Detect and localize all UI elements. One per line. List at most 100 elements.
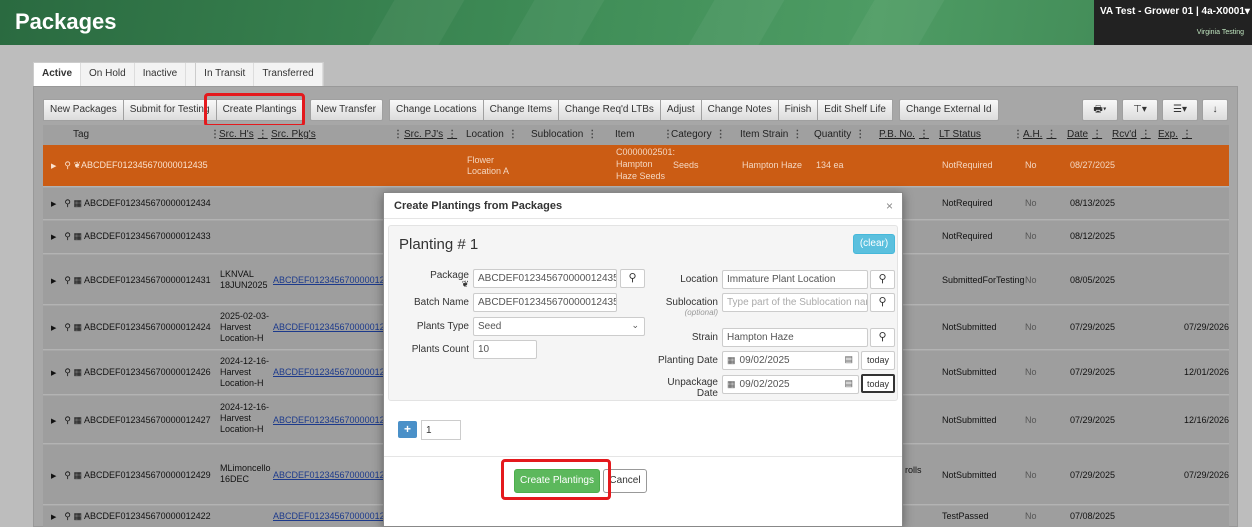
col-location[interactable]: Location ⋮ [466, 129, 518, 140]
col-menu-lt[interactable]: ⋮ [1009, 129, 1023, 140]
planting-date-today-button[interactable]: today [861, 351, 895, 370]
col-src-hs[interactable]: Src. H's ⋮ [219, 129, 268, 140]
row-src-pkg-link[interactable]: ABCDEF0123456700000124 [273, 275, 390, 286]
new-packages-button[interactable]: New Packages [43, 99, 123, 121]
row-src-h-2: 18JUN2025 [220, 280, 268, 290]
row-location-2: Location A [467, 166, 510, 176]
search-icon[interactable]: ⚲ [64, 415, 71, 425]
row-ah: No [1025, 470, 1037, 480]
col-quantity[interactable]: Quantity ⋮ [814, 129, 865, 140]
search-icon[interactable]: ⚲ [64, 160, 71, 170]
col-src-pjs[interactable]: Src. PJ's ⋮ [404, 129, 457, 140]
planting-date-input[interactable]: ▦ 09/02/2025 ▤ [722, 351, 859, 370]
add-planting-button[interactable]: + [398, 421, 417, 438]
tab-on-hold[interactable]: On Hold [81, 63, 135, 86]
expand-caret-icon[interactable]: ▶ [51, 473, 56, 480]
search-icon[interactable]: ⚲ [64, 198, 71, 208]
change-external-id-button[interactable]: Change External Id [899, 99, 999, 121]
search-icon: ⚲ [878, 273, 887, 285]
expand-caret-icon[interactable]: ▶ [51, 370, 56, 377]
change-notes-button[interactable]: Change Notes [700, 99, 778, 121]
tab-active[interactable]: Active [34, 63, 82, 86]
finish-button[interactable]: Finish [777, 99, 818, 121]
account-menu[interactable]: VA Test - Grower 01 | 4a-X0001▾ Virginia… [1094, 0, 1252, 45]
change-items-button[interactable]: Change Items [482, 99, 558, 121]
filter-button[interactable]: ⊤▾ [1122, 99, 1158, 121]
tab-transferred[interactable]: Transferred [254, 63, 323, 86]
tab-inactive[interactable]: Inactive [135, 63, 187, 86]
search-icon[interactable]: ⚲ [64, 470, 71, 480]
search-icon[interactable]: ⚲ [64, 511, 71, 521]
tab-in-transit[interactable]: In Transit [196, 63, 255, 86]
sublocation-search-button[interactable]: ⚲ [870, 293, 895, 312]
col-src-pkgs[interactable]: Src. Pkg's [271, 129, 316, 140]
barcode-icon: ▦ [73, 275, 83, 285]
row-src-h: 2024-12-16- [220, 356, 270, 366]
row-src-pkg-link[interactable]: ABCDEF0123456700000124 [273, 415, 390, 426]
expand-caret-icon[interactable]: ▶ [51, 201, 56, 208]
row-src-pkg-link[interactable]: ABCDEF0123456700000124 [273, 367, 390, 378]
row-exp: 07/29/2026 [1184, 470, 1230, 480]
col-menu-pkgs[interactable]: ⋮ [389, 129, 403, 140]
row-lt-status: NotSubmitted [942, 367, 997, 377]
planting-date-label: Planting Date [657, 355, 718, 366]
expand-caret-icon[interactable]: ▶ [51, 278, 56, 285]
new-transfer-button[interactable]: New Transfer [309, 99, 383, 121]
add-planting-count-input[interactable]: 1 [421, 420, 461, 440]
columns-button[interactable]: ☰▾ [1162, 99, 1198, 121]
expand-caret-icon[interactable]: ▶ [51, 514, 56, 521]
adjust-button[interactable]: Adjust [659, 99, 701, 121]
strain-search-button[interactable]: ⚲ [870, 328, 895, 347]
sublocation-input[interactable]: Type part of the Sublocation nam [722, 293, 868, 312]
search-icon[interactable]: ⚲ [64, 322, 71, 332]
row-src-pkg-link[interactable]: ABCDEF0123456700000124 [273, 322, 390, 333]
create-plantings-dialog: Create Plantings from Packages × Plantin… [383, 192, 903, 527]
download-button[interactable]: ↓ [1202, 99, 1228, 121]
package-input[interactable]: ABCDEF012345670000012435 [473, 269, 617, 288]
chevron-down-icon: ⌄ [631, 320, 639, 330]
col-sublocation[interactable]: Sublocation ⋮ [531, 129, 597, 140]
planting-heading: Planting # 1 [399, 236, 479, 253]
change-reqd-ltbs-button[interactable]: Change Req'd LTBs [557, 99, 660, 121]
col-rcvd[interactable]: Rcv'd ⋮ [1112, 129, 1151, 140]
plants-type-select[interactable]: Seed ⌄ [473, 317, 645, 336]
edit-shelf-life-button[interactable]: Edit Shelf Life [817, 99, 893, 121]
expand-caret-icon[interactable]: ▶ [51, 163, 56, 170]
row-src-pkg-link[interactable]: ABCDEF0123456700000124 [273, 470, 390, 481]
expand-caret-icon[interactable]: ▶ [51, 418, 56, 425]
location-search-button[interactable]: ⚲ [870, 270, 895, 289]
close-icon[interactable]: × [886, 199, 893, 213]
location-input[interactable]: Immature Plant Location [722, 270, 868, 289]
calendar-picker-icon[interactable]: ▤ [844, 354, 853, 365]
search-icon[interactable]: ⚲ [64, 231, 71, 241]
strain-input[interactable]: Hampton Haze [722, 328, 868, 347]
change-locations-button[interactable]: Change Locations [388, 99, 483, 121]
col-item-strain[interactable]: Item Strain ⋮ [740, 129, 802, 140]
col-lt-status[interactable]: LT Status [939, 129, 981, 140]
app-header: Packages VA Test - Grower 01 | 4a-X0001▾… [0, 0, 1252, 45]
search-icon[interactable]: ⚲ [64, 275, 71, 285]
expand-caret-icon[interactable]: ▶ [51, 234, 56, 241]
clear-button[interactable]: (clear) [853, 234, 895, 254]
chevron-down-icon: ▾ [1244, 6, 1250, 17]
col-exp[interactable]: Exp. ⋮ [1158, 129, 1192, 140]
col-pb-no[interactable]: P.B. No. ⋮ [879, 129, 929, 140]
col-menu-tag[interactable]: ⋮ [206, 129, 220, 140]
col-ah[interactable]: A.H. ⋮ [1023, 129, 1056, 140]
search-icon: ⚲ [628, 272, 637, 284]
col-tag[interactable]: Tag [73, 129, 89, 140]
plants-count-input[interactable]: 10 [473, 340, 537, 359]
batch-name-input[interactable]: ABCDEF012345670000012435 [473, 293, 617, 312]
submit-for-testing-button[interactable]: Submit for Testing [122, 99, 216, 121]
calendar-picker-icon[interactable]: ▤ [844, 378, 853, 389]
col-item[interactable]: Item [615, 129, 634, 140]
expand-caret-icon[interactable]: ▶ [51, 325, 56, 332]
row-src-pkg-link[interactable]: ABCDEF0123456700000124 [273, 511, 390, 522]
table-row[interactable]: ▶ ⚲ ❦ABCDEF012345670000012435 Flower Loca… [43, 145, 1229, 187]
search-icon[interactable]: ⚲ [64, 367, 71, 377]
print-button[interactable]: 🖶▾ [1082, 99, 1118, 121]
col-category[interactable]: Category ⋮ [671, 129, 726, 140]
col-date[interactable]: Date ⋮ [1067, 129, 1102, 140]
unpackage-date-input[interactable]: ▦ 09/02/2025 ▤ [722, 375, 859, 394]
unpackage-date-today-button[interactable]: today [861, 374, 895, 393]
